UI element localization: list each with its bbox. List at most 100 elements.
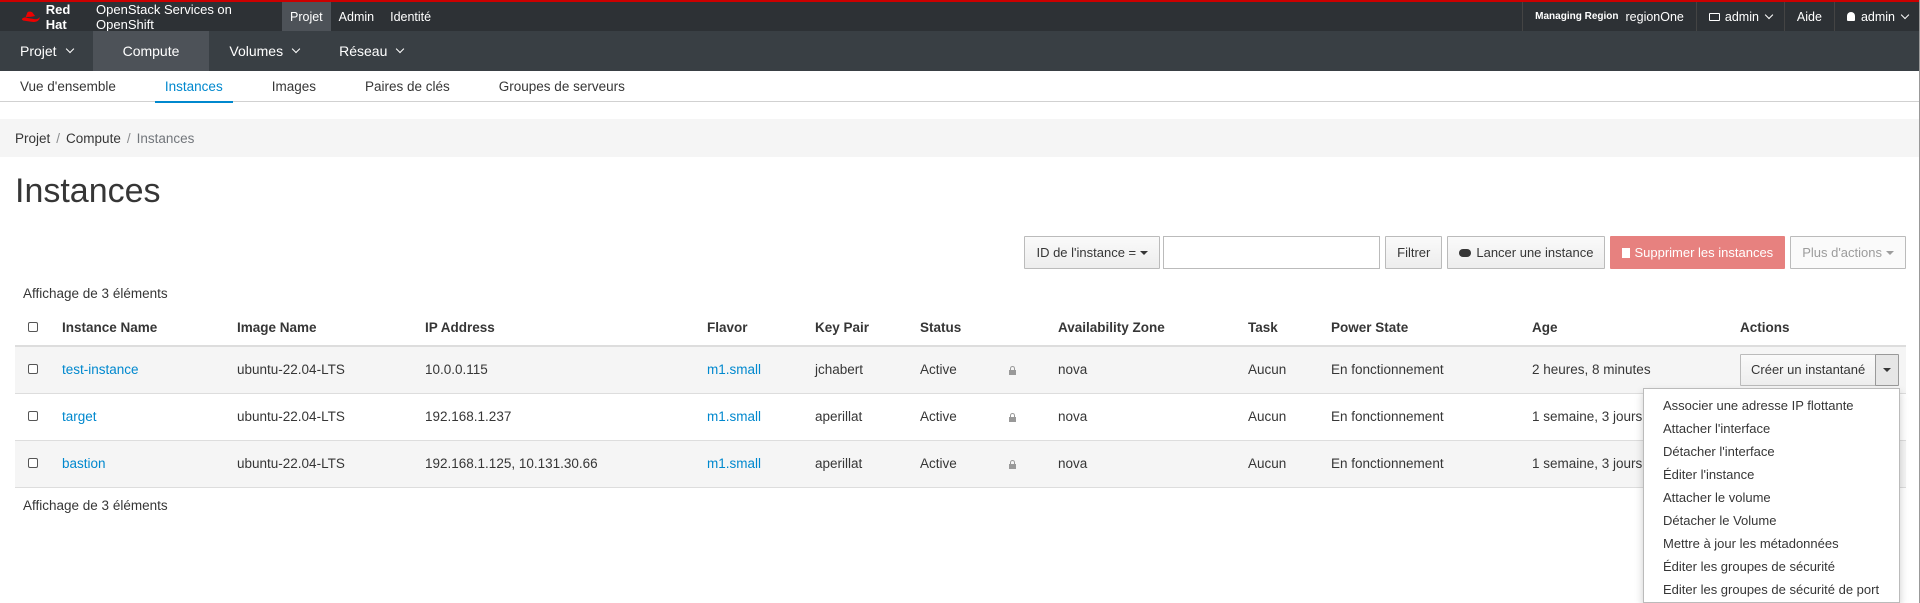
region-selector[interactable]: Managing Region regionOne (1522, 2, 1696, 31)
breadcrumb-instances: Instances (136, 130, 195, 146)
menu-item-edit-instance[interactable]: Éditer l'instance (1644, 463, 1899, 486)
col-key-pair[interactable]: Key Pair (815, 310, 920, 347)
key-pair: aperillat (815, 393, 920, 441)
brand-logo-text: Red Hat (45, 1, 71, 32)
filter-button[interactable]: Filtrer (1385, 236, 1443, 269)
cloud-upload-icon (1459, 248, 1472, 257)
flavor-link[interactable]: m1.small (707, 362, 761, 377)
row-checkbox[interactable] (28, 364, 38, 375)
table-row: test-instance ubuntu-22.04-LTS 10.0.0.11… (15, 346, 1906, 394)
more-actions-button[interactable]: Plus d'actions (1790, 236, 1906, 269)
task: Aucun (1248, 346, 1331, 394)
delete-instances-label: Supprimer les instances (1634, 245, 1774, 260)
user-icon (1846, 12, 1855, 21)
secnav-projet[interactable]: Projet (0, 31, 93, 71)
brand[interactable]: Red Hat OpenStack Services on OpenShift (0, 1, 282, 32)
flavor-link[interactable]: m1.small (707, 409, 761, 424)
menu-item-detach-interface[interactable]: Détacher l'interface (1644, 440, 1899, 463)
ip-address: 192.168.1.125, 10.131.30.66 (425, 440, 707, 488)
instances-table: Instance Name Image Name IP Address Flav… (15, 310, 1906, 488)
breadcrumb-compute[interactable]: Compute (66, 131, 121, 146)
chevron-down-icon (396, 44, 405, 54)
status-cell: Active (920, 440, 1058, 488)
trash-icon (1622, 247, 1631, 258)
select-all-cell (15, 310, 62, 347)
menu-item-edit-port-security-groups[interactable]: Editer les groupes de sécurité de port (1644, 578, 1899, 601)
tab-vue-ensemble[interactable]: Vue d'ensemble (10, 71, 126, 102)
lock-icon (1008, 413, 1016, 422)
flavor-link[interactable]: m1.small (707, 456, 761, 471)
user-menu[interactable]: admin (1833, 2, 1920, 31)
filter-field-select[interactable]: ID de l'instance = (1024, 236, 1161, 269)
filter-input[interactable] (1163, 236, 1381, 269)
age: 2 heures, 8 minutes (1532, 346, 1740, 394)
caret-down-icon (1140, 250, 1149, 255)
tab-images[interactable]: Images (262, 71, 326, 102)
availability-zone: nova (1058, 346, 1248, 394)
col-status[interactable]: Status (920, 310, 1058, 347)
status-text: Active (920, 362, 957, 378)
image-name: ubuntu-22.04-LTS (237, 346, 425, 394)
row-checkbox[interactable] (28, 458, 38, 468)
col-instance-name[interactable]: Instance Name (62, 310, 237, 347)
tab-instances[interactable]: Instances (154, 71, 233, 103)
row-checkbox[interactable] (28, 411, 38, 421)
task: Aucun (1248, 440, 1331, 488)
secnav-reseau[interactable]: Réseau (319, 31, 423, 71)
menu-item-edit-security-groups[interactable]: Éditer les groupes de sécurité (1644, 555, 1899, 578)
secnav-volumes-label: Volumes (229, 43, 284, 59)
secnav-projet-label: Projet (20, 43, 57, 59)
top-bar: Red Hat OpenStack Services on OpenShift … (0, 0, 1920, 32)
instance-name-link[interactable]: target (62, 409, 97, 424)
topnav-identite[interactable]: Identité (382, 2, 439, 31)
project-value: admin (1724, 9, 1759, 24)
create-snapshot-button[interactable]: Créer un instantané (1740, 353, 1877, 386)
col-actions: Actions (1740, 310, 1906, 347)
caret-down-icon (1886, 250, 1894, 255)
folder-icon (1708, 12, 1720, 21)
item-count-top: Affichage de 3 éléments (23, 286, 168, 301)
chevron-down-icon (291, 44, 301, 54)
delete-instances-button[interactable]: Supprimer les instances (1610, 236, 1786, 269)
chevron-down-icon (1900, 10, 1910, 19)
page-title: Instances (15, 172, 161, 210)
tab-paires-de-cles[interactable]: Paires de clés (355, 71, 460, 102)
lock-icon (1008, 366, 1016, 376)
breadcrumb-projet[interactable]: Projet (15, 131, 50, 146)
topnav-admin[interactable]: Admin (331, 2, 382, 31)
project-selector[interactable]: admin (1695, 2, 1784, 31)
help-link[interactable]: Aide (1783, 2, 1834, 31)
menu-item-attach-volume[interactable]: Attacher le volume (1644, 486, 1899, 509)
row-select-cell (15, 346, 62, 394)
launch-instance-button[interactable]: Lancer une instance (1447, 236, 1606, 269)
compute-tabs: Vue d'ensemble Instances Images Paires d… (0, 71, 1920, 103)
tab-groupes-de-serveurs[interactable]: Groupes de serveurs (489, 71, 635, 102)
secnav-volumes[interactable]: Volumes (209, 31, 319, 71)
topnav-projet[interactable]: Projet (282, 2, 331, 31)
menu-item-update-metadata[interactable]: Mettre à jour les métadonnées (1644, 532, 1899, 555)
instance-name-link[interactable]: bastion (62, 456, 106, 471)
row-select-cell (15, 440, 62, 488)
secnav-compute[interactable]: Compute (92, 31, 210, 71)
col-ip-address[interactable]: IP Address (425, 310, 707, 347)
select-all-checkbox[interactable] (28, 322, 38, 332)
key-pair: aperillat (815, 440, 920, 488)
col-flavor[interactable]: Flavor (707, 310, 815, 347)
col-task[interactable]: Task (1248, 310, 1331, 347)
col-power-state[interactable]: Power State (1331, 310, 1532, 347)
launch-instance-label: Lancer une instance (1476, 245, 1594, 260)
table-header-row: Instance Name Image Name IP Address Flav… (15, 310, 1906, 347)
availability-zone: nova (1058, 440, 1248, 488)
breadcrumb: Projet / Compute / Instances (0, 119, 1920, 157)
instance-name-link[interactable]: test-instance (62, 362, 139, 377)
ip-address: 192.168.1.237 (425, 393, 707, 441)
col-image-name[interactable]: Image Name (237, 310, 425, 347)
menu-item-associate-floating-ip[interactable]: Associer une adresse IP flottante (1644, 394, 1899, 417)
row-actions-dropdown-toggle[interactable] (1875, 353, 1900, 386)
menu-item-attach-interface[interactable]: Attacher l'interface (1644, 417, 1899, 440)
menu-item-detach-volume[interactable]: Détacher le Volume (1644, 509, 1899, 532)
col-age[interactable]: Age (1532, 310, 1740, 347)
power-state: En fonctionnement (1331, 440, 1532, 488)
item-count-bottom: Affichage de 3 éléments (23, 498, 168, 513)
col-availability-zone[interactable]: Availability Zone (1058, 310, 1248, 347)
